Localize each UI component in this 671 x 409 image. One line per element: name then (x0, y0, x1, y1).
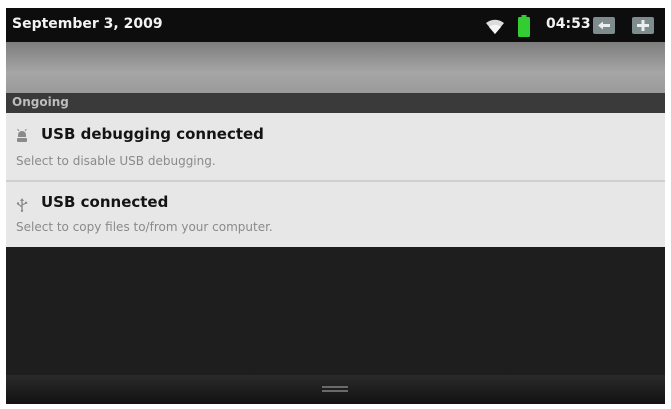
notification-title: USB connected (41, 193, 169, 211)
menu-key-icon[interactable] (632, 17, 654, 34)
status-date: September 3, 2009 (12, 16, 163, 32)
notification-usb-debugging[interactable]: USB debugging connected Select to disabl… (6, 113, 665, 180)
status-bar: September 3, 2009 04:53 (6, 8, 665, 42)
notification-title: USB debugging connected (41, 125, 264, 143)
ongoing-section-header: Ongoing (6, 93, 665, 113)
shade-drag-handle[interactable] (6, 375, 665, 404)
ongoing-label: Ongoing (12, 95, 69, 109)
usb-debugging-icon (17, 129, 27, 142)
status-time: 04:53 (546, 16, 591, 32)
notification-subtitle: Select to copy files to/from your comput… (16, 220, 273, 234)
notification-usb-connected[interactable]: USB connected Select to copy files to/fr… (6, 182, 665, 247)
notification-clear-strip (6, 42, 665, 93)
grip-icon (322, 386, 348, 394)
back-key-icon[interactable] (593, 17, 615, 34)
usb-icon (16, 198, 28, 212)
empty-notification-area (6, 247, 665, 375)
notification-subtitle: Select to disable USB debugging. (16, 154, 216, 168)
notification-shade: September 3, 2009 04:53 Ongoing USB debu… (6, 8, 665, 404)
battery-icon (518, 15, 530, 37)
wifi-icon (486, 19, 504, 34)
